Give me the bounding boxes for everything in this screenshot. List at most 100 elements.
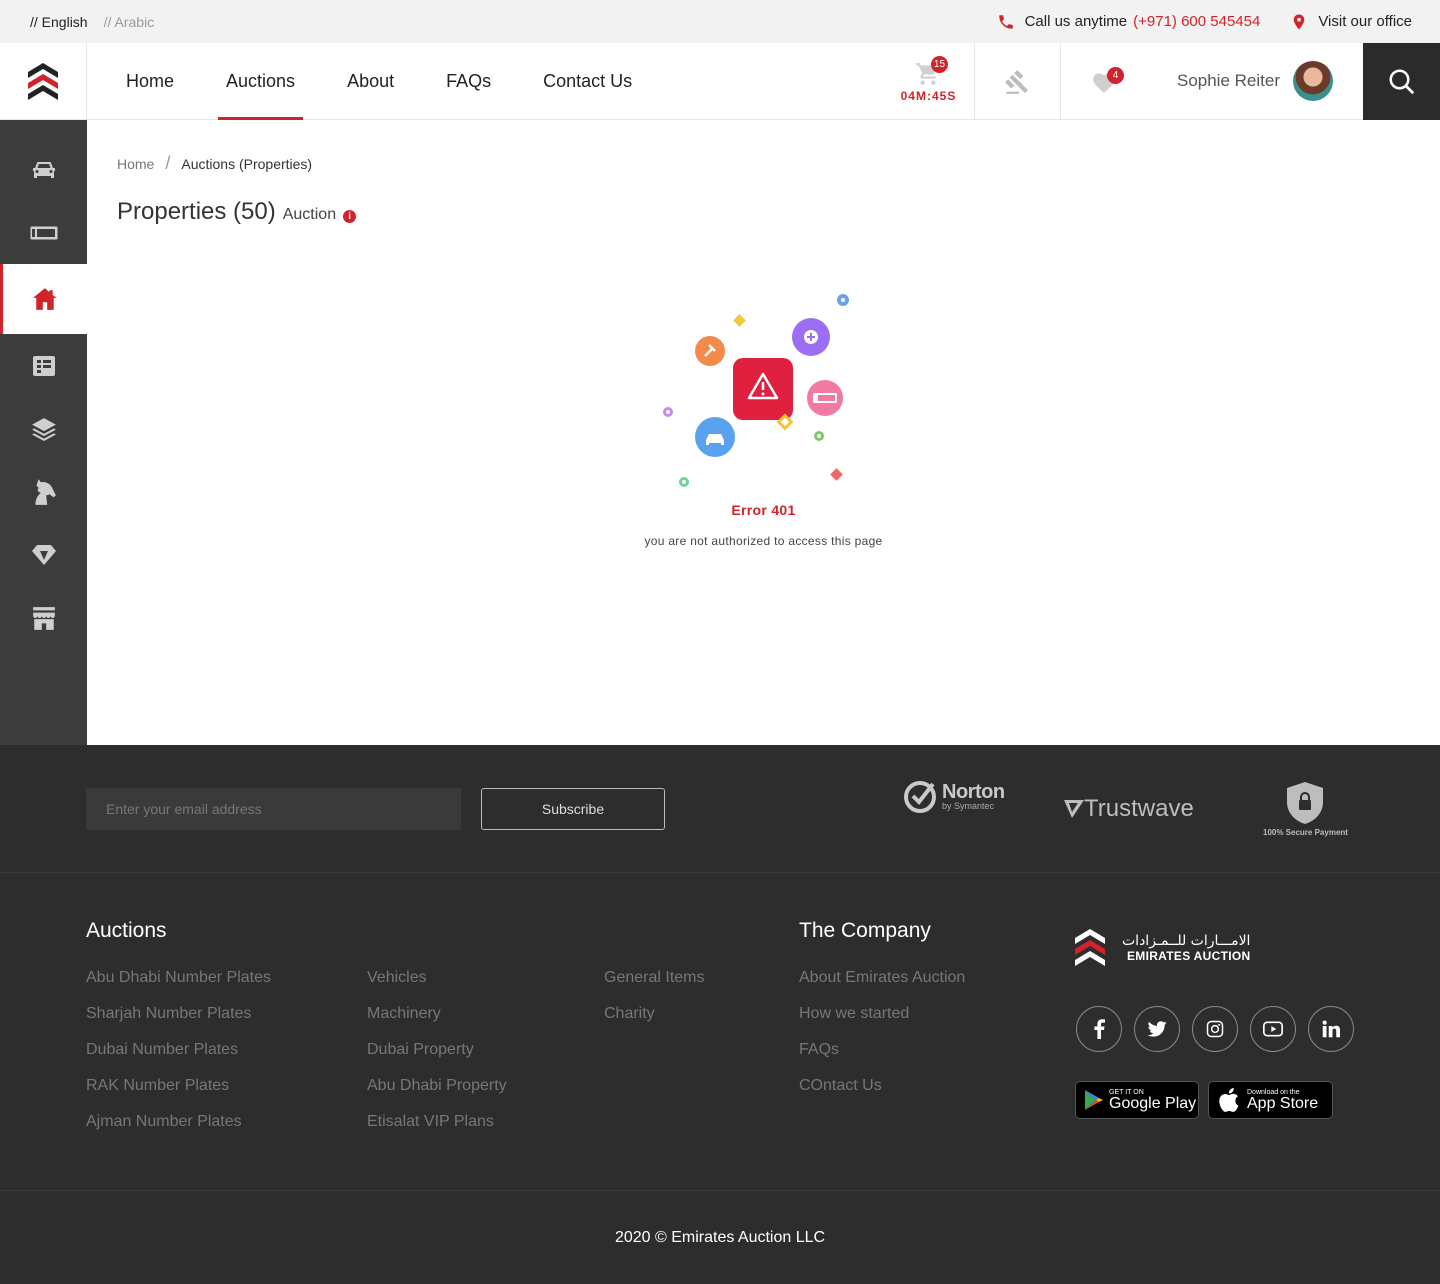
footer-link[interactable]: Sharjah Number Plates bbox=[86, 1005, 251, 1023]
diamond-yellow-icon bbox=[733, 314, 746, 327]
error-message: you are not authorized to access this pa… bbox=[644, 534, 883, 548]
footer-link[interactable]: Machinery bbox=[367, 1005, 441, 1023]
subscribe-row: Subscribe Norton by Symantec Trustwave 1… bbox=[0, 745, 1440, 873]
nav-auctions[interactable]: Auctions bbox=[218, 43, 304, 120]
nav-home[interactable]: Home bbox=[126, 43, 174, 119]
bids-button[interactable] bbox=[975, 43, 1061, 120]
favorites-count-badge: 4 bbox=[1106, 67, 1124, 84]
facebook-icon bbox=[1094, 1019, 1105, 1039]
sidebar-item-jewelry[interactable] bbox=[0, 523, 87, 586]
cart-button[interactable]: 15 04M:45S bbox=[883, 43, 975, 120]
secure-payment-label: 100% Secure Payment bbox=[1263, 828, 1348, 837]
footer-link[interactable]: Etisalat VIP Plans bbox=[367, 1113, 494, 1131]
google-play-icon bbox=[1085, 1090, 1103, 1110]
page-title-text: Properties (50) bbox=[117, 198, 276, 225]
horse-icon bbox=[34, 478, 56, 505]
nav-contact-us[interactable]: Contact Us bbox=[543, 43, 632, 119]
error-title: Error 401 bbox=[731, 502, 796, 518]
email-input[interactable] bbox=[86, 788, 461, 830]
footer-link[interactable]: General Items bbox=[604, 969, 704, 987]
top-utility-bar: // English // Arabic Call us anytime (+9… bbox=[0, 0, 1440, 43]
call-label: Call us anytime bbox=[1024, 13, 1128, 30]
brand-arabic: الامـــارات للــمـزادات bbox=[1122, 933, 1251, 949]
brand-english: EMIRATES AUCTION bbox=[1126, 949, 1251, 963]
store-icon bbox=[32, 606, 55, 630]
page-title: Properties (50) Auction i bbox=[117, 198, 357, 226]
footer-link[interactable]: How we started bbox=[799, 1005, 909, 1023]
main-header: Home Auctions About FAQs Contact Us 15 0… bbox=[0, 43, 1440, 120]
footer-link[interactable]: Dubai Number Plates bbox=[86, 1041, 238, 1059]
trustwave-label: Trustwave bbox=[1084, 795, 1194, 822]
instagram-icon bbox=[1206, 1020, 1224, 1038]
footer-link[interactable]: Ajman Number Plates bbox=[86, 1113, 242, 1131]
search-icon bbox=[1389, 69, 1414, 94]
trustwave-badge: Trustwave bbox=[1064, 795, 1194, 823]
error-illustration bbox=[663, 294, 849, 487]
call-us[interactable]: Call us anytime (+971) 600 545454 bbox=[997, 13, 1260, 31]
sidebar-item-horses[interactable] bbox=[0, 460, 87, 523]
category-sidebar bbox=[0, 120, 87, 745]
car-icon bbox=[32, 161, 55, 178]
layers-icon bbox=[31, 417, 56, 441]
youtube-button[interactable] bbox=[1250, 1006, 1296, 1052]
language-arabic-link[interactable]: // Arabic bbox=[104, 14, 155, 30]
info-icon[interactable]: i bbox=[343, 210, 357, 223]
linkedin-button[interactable] bbox=[1308, 1006, 1354, 1052]
sidebar-item-properties[interactable] bbox=[0, 264, 87, 334]
footer-link[interactable]: COntact Us bbox=[799, 1077, 882, 1095]
twitter-button[interactable] bbox=[1134, 1006, 1180, 1052]
app-store-button[interactable]: Download on the App Store bbox=[1208, 1081, 1333, 1119]
footer-link[interactable]: About Emirates Auction bbox=[799, 969, 965, 987]
footer-brand: الامـــارات للــمـزادات EMIRATES AUCTION bbox=[1075, 928, 1250, 968]
nav-about[interactable]: About bbox=[347, 43, 394, 119]
main-nav: Home Auctions About FAQs Contact Us bbox=[87, 43, 883, 120]
footer-link[interactable]: FAQs bbox=[799, 1041, 839, 1059]
nav-faqs[interactable]: FAQs bbox=[446, 43, 491, 119]
diamond-red-icon bbox=[830, 468, 843, 481]
user-menu[interactable]: Sophie Reiter bbox=[1147, 43, 1363, 119]
visit-office-link[interactable]: Visit our office bbox=[1290, 13, 1412, 31]
google-play-label: Google Play bbox=[1109, 1094, 1197, 1112]
norton-badge: Norton by Symantec bbox=[903, 778, 1005, 814]
footer-link[interactable]: Dubai Property bbox=[367, 1041, 474, 1059]
phone-number[interactable]: (+971) 600 545454 bbox=[1133, 13, 1260, 30]
location-pin-icon bbox=[1294, 14, 1305, 29]
breadcrumb: Home / Auctions (Properties) bbox=[117, 153, 312, 174]
instagram-button[interactable] bbox=[1192, 1006, 1238, 1052]
footer-link[interactable]: Abu Dhabi Property bbox=[367, 1077, 507, 1095]
logo[interactable] bbox=[0, 43, 87, 120]
breadcrumb-home[interactable]: Home bbox=[117, 156, 154, 172]
gavel-icon bbox=[1005, 69, 1029, 94]
phone-icon bbox=[998, 14, 1013, 29]
sidebar-item-number-plates[interactable] bbox=[0, 201, 87, 264]
subscribe-button[interactable]: Subscribe bbox=[481, 788, 665, 830]
office-label: Visit our office bbox=[1318, 13, 1412, 30]
trustwave-icon bbox=[1064, 800, 1084, 818]
favorites-button[interactable]: 4 bbox=[1061, 43, 1147, 120]
sidebar-item-stores[interactable] bbox=[0, 586, 87, 649]
footer-auctions-title: Auctions bbox=[86, 919, 167, 942]
emirates-auction-logo-icon bbox=[1075, 929, 1105, 966]
footer-link[interactable]: Abu Dhabi Number Plates bbox=[86, 969, 271, 987]
auction-timer: 04M:45S bbox=[900, 88, 957, 103]
breadcrumb-separator: / bbox=[165, 153, 171, 173]
cart-count-badge: 15 bbox=[930, 56, 948, 73]
language-english-link[interactable]: // English bbox=[30, 14, 88, 30]
google-play-button[interactable]: GET IT ON Google Play bbox=[1075, 1081, 1199, 1119]
breadcrumb-current: Auctions (Properties) bbox=[181, 155, 313, 172]
footer: Subscribe Norton by Symantec Trustwave 1… bbox=[0, 745, 1440, 1284]
footer-link[interactable]: RAK Number Plates bbox=[86, 1077, 229, 1095]
app-store-label: App Store bbox=[1247, 1094, 1319, 1112]
sidebar-item-general[interactable] bbox=[0, 334, 87, 397]
sidebar-item-layers[interactable] bbox=[0, 397, 87, 460]
facebook-button[interactable] bbox=[1076, 1006, 1122, 1052]
search-button[interactable] bbox=[1363, 43, 1440, 120]
footer-link[interactable]: Vehicles bbox=[367, 969, 427, 987]
avatar[interactable] bbox=[1293, 61, 1333, 101]
footer-link[interactable]: Charity bbox=[604, 1005, 655, 1023]
main-content: Home / Auctions (Properties) Properties … bbox=[87, 120, 1440, 745]
page-subtitle: Auction bbox=[282, 206, 337, 223]
sidebar-item-vehicles[interactable] bbox=[0, 138, 87, 201]
diamond-icon bbox=[31, 544, 56, 565]
youtube-icon bbox=[1263, 1021, 1283, 1037]
